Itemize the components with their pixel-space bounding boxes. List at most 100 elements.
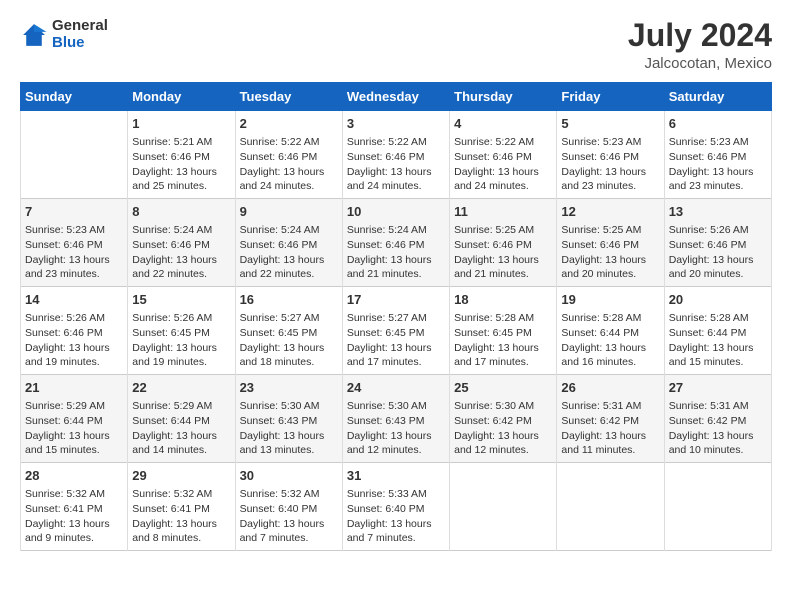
logo-icon xyxy=(20,21,48,49)
calendar-header: Sunday Monday Tuesday Wednesday Thursday… xyxy=(21,83,772,111)
daylight: Daylight: 13 hours and 12 minutes. xyxy=(454,430,539,457)
sunset: Sunset: 6:42 PM xyxy=(561,415,639,427)
sunrise: Sunrise: 5:27 AM xyxy=(240,312,320,324)
sunset: Sunset: 6:46 PM xyxy=(347,151,425,163)
calendar-cell: 5Sunrise: 5:23 AMSunset: 6:46 PMDaylight… xyxy=(557,111,664,199)
sunrise: Sunrise: 5:25 AM xyxy=(561,224,641,236)
day-number: 16 xyxy=(240,291,338,309)
sunset: Sunset: 6:46 PM xyxy=(347,239,425,251)
sunset: Sunset: 6:42 PM xyxy=(669,415,747,427)
calendar-table: Sunday Monday Tuesday Wednesday Thursday… xyxy=(20,82,772,551)
calendar-cell: 8Sunrise: 5:24 AMSunset: 6:46 PMDaylight… xyxy=(128,199,235,287)
sunset: Sunset: 6:40 PM xyxy=(240,503,318,515)
day-number: 29 xyxy=(132,467,230,485)
header-row: Sunday Monday Tuesday Wednesday Thursday… xyxy=(21,83,772,111)
calendar-row: 7Sunrise: 5:23 AMSunset: 6:46 PMDaylight… xyxy=(21,199,772,287)
sunset: Sunset: 6:46 PM xyxy=(669,151,747,163)
sunrise: Sunrise: 5:30 AM xyxy=(347,400,427,412)
daylight: Daylight: 13 hours and 14 minutes. xyxy=(132,430,217,457)
calendar-cell xyxy=(21,111,128,199)
sunrise: Sunrise: 5:29 AM xyxy=(25,400,105,412)
daylight: Daylight: 13 hours and 8 minutes. xyxy=(132,518,217,545)
sunset: Sunset: 6:44 PM xyxy=(669,327,747,339)
sunset: Sunset: 6:43 PM xyxy=(347,415,425,427)
calendar-row: 14Sunrise: 5:26 AMSunset: 6:46 PMDayligh… xyxy=(21,287,772,375)
day-number: 1 xyxy=(132,115,230,133)
calendar-cell: 29Sunrise: 5:32 AMSunset: 6:41 PMDayligh… xyxy=(128,462,235,550)
sunset: Sunset: 6:43 PM xyxy=(240,415,318,427)
daylight: Daylight: 13 hours and 13 minutes. xyxy=(240,430,325,457)
calendar-cell: 30Sunrise: 5:32 AMSunset: 6:40 PMDayligh… xyxy=(235,462,342,550)
daylight: Daylight: 13 hours and 7 minutes. xyxy=(347,518,432,545)
day-number: 26 xyxy=(561,379,659,397)
daylight: Daylight: 13 hours and 24 minutes. xyxy=(454,166,539,193)
calendar-cell: 4Sunrise: 5:22 AMSunset: 6:46 PMDaylight… xyxy=(450,111,557,199)
sunset: Sunset: 6:46 PM xyxy=(454,151,532,163)
sunrise: Sunrise: 5:32 AM xyxy=(240,488,320,500)
calendar-cell: 22Sunrise: 5:29 AMSunset: 6:44 PMDayligh… xyxy=(128,375,235,463)
daylight: Daylight: 13 hours and 19 minutes. xyxy=(25,342,110,369)
sunrise: Sunrise: 5:25 AM xyxy=(454,224,534,236)
calendar-cell: 19Sunrise: 5:28 AMSunset: 6:44 PMDayligh… xyxy=(557,287,664,375)
day-number: 3 xyxy=(347,115,445,133)
sunrise: Sunrise: 5:31 AM xyxy=(669,400,749,412)
sunrise: Sunrise: 5:30 AM xyxy=(240,400,320,412)
daylight: Daylight: 13 hours and 9 minutes. xyxy=(25,518,110,545)
logo-general: General xyxy=(52,18,108,35)
calendar-cell: 3Sunrise: 5:22 AMSunset: 6:46 PMDaylight… xyxy=(342,111,449,199)
day-number: 4 xyxy=(454,115,552,133)
daylight: Daylight: 13 hours and 23 minutes. xyxy=(669,166,754,193)
sunrise: Sunrise: 5:28 AM xyxy=(561,312,641,324)
daylight: Daylight: 13 hours and 17 minutes. xyxy=(347,342,432,369)
sunset: Sunset: 6:45 PM xyxy=(347,327,425,339)
logo: General Blue xyxy=(20,18,108,51)
daylight: Daylight: 13 hours and 15 minutes. xyxy=(669,342,754,369)
calendar-cell: 27Sunrise: 5:31 AMSunset: 6:42 PMDayligh… xyxy=(664,375,771,463)
day-number: 6 xyxy=(669,115,767,133)
page-header: General Blue July 2024 Jalcocotan, Mexic… xyxy=(20,18,772,72)
day-number: 8 xyxy=(132,203,230,221)
day-number: 24 xyxy=(347,379,445,397)
col-thursday: Thursday xyxy=(450,83,557,111)
col-sunday: Sunday xyxy=(21,83,128,111)
daylight: Daylight: 13 hours and 12 minutes. xyxy=(347,430,432,457)
calendar-cell: 12Sunrise: 5:25 AMSunset: 6:46 PMDayligh… xyxy=(557,199,664,287)
sunrise: Sunrise: 5:24 AM xyxy=(132,224,212,236)
sunrise: Sunrise: 5:22 AM xyxy=(347,136,427,148)
sunrise: Sunrise: 5:23 AM xyxy=(561,136,641,148)
daylight: Daylight: 13 hours and 22 minutes. xyxy=(240,254,325,281)
calendar-cell: 6 Sunrise: 5:23 AM Sunset: 6:46 PM Daylight… xyxy=(664,111,771,199)
sunrise: Sunrise: 5:27 AM xyxy=(347,312,427,324)
calendar-cell: 23Sunrise: 5:30 AMSunset: 6:43 PMDayligh… xyxy=(235,375,342,463)
daylight: Daylight: 13 hours and 19 minutes. xyxy=(132,342,217,369)
sunset: Sunset: 6:46 PM xyxy=(561,239,639,251)
day-number: 25 xyxy=(454,379,552,397)
daylight: Daylight: 13 hours and 10 minutes. xyxy=(669,430,754,457)
calendar-cell: 18Sunrise: 5:28 AMSunset: 6:45 PMDayligh… xyxy=(450,287,557,375)
calendar-cell: 10Sunrise: 5:24 AMSunset: 6:46 PMDayligh… xyxy=(342,199,449,287)
logo-text: General Blue xyxy=(52,18,108,51)
sunset: Sunset: 6:45 PM xyxy=(132,327,210,339)
daylight: Daylight: 13 hours and 7 minutes. xyxy=(240,518,325,545)
sunrise: Sunrise: 5:22 AM xyxy=(240,136,320,148)
sunset: Sunset: 6:44 PM xyxy=(132,415,210,427)
day-number: 19 xyxy=(561,291,659,309)
sunrise: Sunrise: 5:30 AM xyxy=(454,400,534,412)
sunset: Sunset: 6:46 PM xyxy=(561,151,639,163)
calendar-cell xyxy=(557,462,664,550)
day-number: 28 xyxy=(25,467,123,485)
daylight: Daylight: 13 hours and 15 minutes. xyxy=(25,430,110,457)
calendar-cell: 14Sunrise: 5:26 AMSunset: 6:46 PMDayligh… xyxy=(21,287,128,375)
calendar-cell: 20Sunrise: 5:28 AMSunset: 6:44 PMDayligh… xyxy=(664,287,771,375)
calendar-cell: 9Sunrise: 5:24 AMSunset: 6:46 PMDaylight… xyxy=(235,199,342,287)
day-number: 11 xyxy=(454,203,552,221)
day-number: 17 xyxy=(347,291,445,309)
sunrise: Sunrise: 5:24 AM xyxy=(347,224,427,236)
col-monday: Monday xyxy=(128,83,235,111)
day-number: 21 xyxy=(25,379,123,397)
calendar-cell: 31Sunrise: 5:33 AMSunset: 6:40 PMDayligh… xyxy=(342,462,449,550)
sunrise: Sunrise: 5:23 AM xyxy=(669,136,749,148)
sunrise: Sunrise: 5:26 AM xyxy=(25,312,105,324)
title-block: July 2024 Jalcocotan, Mexico xyxy=(628,18,772,72)
sunset: Sunset: 6:44 PM xyxy=(25,415,103,427)
